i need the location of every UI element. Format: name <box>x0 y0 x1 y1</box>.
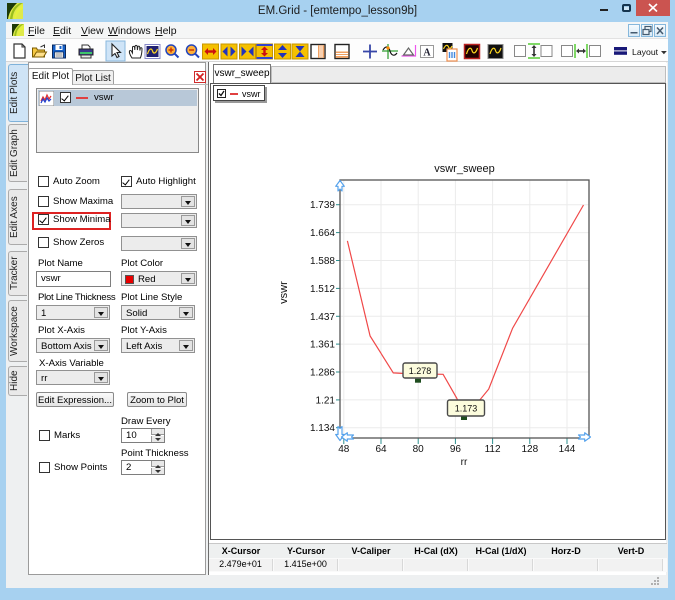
svg-text:112: 112 <box>485 444 501 455</box>
svg-text:1.134: 1.134 <box>310 423 335 434</box>
svg-text:1.664: 1.664 <box>310 228 335 239</box>
svg-text:Layout: Layout <box>632 47 659 57</box>
svg-text:vswr_sweep: vswr_sweep <box>434 163 495 175</box>
svg-text:144: 144 <box>559 444 576 455</box>
svg-text:64: 64 <box>375 444 387 455</box>
svg-text:rr: rr <box>461 457 468 468</box>
svg-text:1.512: 1.512 <box>310 284 335 295</box>
svg-text:1.278: 1.278 <box>409 366 432 376</box>
svg-text:1.588: 1.588 <box>310 256 335 267</box>
svg-text:1.739: 1.739 <box>310 200 335 211</box>
svg-text:96: 96 <box>450 444 462 455</box>
svg-text:48: 48 <box>338 444 350 455</box>
svg-text:1.437: 1.437 <box>310 312 335 323</box>
svg-text:128: 128 <box>521 444 538 455</box>
svg-text:A: A <box>423 48 431 59</box>
svg-text:80: 80 <box>413 444 425 455</box>
svg-text:1.21: 1.21 <box>316 395 336 406</box>
svg-text:vswr: vswr <box>278 281 290 304</box>
svg-text:1.286: 1.286 <box>310 368 335 379</box>
svg-text:1.173: 1.173 <box>455 404 478 414</box>
svg-text:1.361: 1.361 <box>310 340 335 351</box>
